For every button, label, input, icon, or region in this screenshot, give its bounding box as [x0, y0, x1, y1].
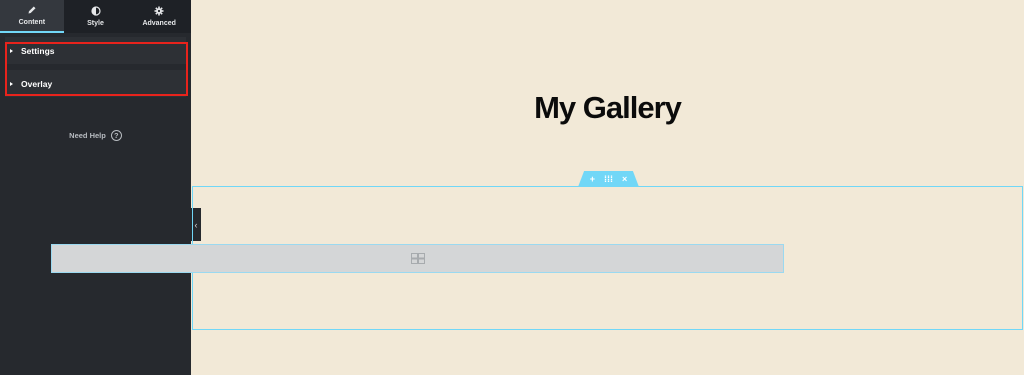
tab-content[interactable]: Content [0, 0, 64, 33]
close-icon[interactable]: × [622, 174, 627, 184]
section-label: Overlay [21, 78, 53, 89]
question-icon: ? [110, 130, 122, 141]
gallery-icon [410, 253, 425, 264]
plus-icon[interactable]: + [590, 174, 595, 184]
editor-sidebar: Content Style Advanced Settings Overlay … [0, 0, 191, 375]
tab-style[interactable]: Style [64, 0, 128, 33]
caret-right-icon [10, 81, 13, 86]
section-handle: + ⁞⁞⁞ × [578, 171, 639, 187]
gallery-widget-placeholder[interactable] [51, 244, 784, 273]
tab-label: Content [18, 19, 46, 26]
half-circle-icon [90, 6, 101, 16]
page-title[interactable]: My Gallery [191, 90, 1024, 126]
tab-label: Advanced [142, 20, 176, 27]
tab-advanced[interactable]: Advanced [127, 0, 191, 33]
caret-right-icon [10, 48, 13, 53]
tab-label: Style [87, 20, 104, 27]
panel-tabs: Content Style Advanced [0, 0, 191, 33]
section-label: Settings [21, 45, 55, 56]
gear-icon [154, 6, 164, 16]
page-canvas: My Gallery + ⁞⁞⁞ × [191, 0, 1024, 375]
need-help-label: Need Help [69, 131, 106, 140]
drag-handle-icon[interactable]: ⁞⁞⁞ [604, 174, 613, 184]
overlay-section-toggle[interactable]: Overlay [5, 70, 186, 97]
settings-section-toggle[interactable]: Settings [5, 37, 186, 64]
pencil-icon [28, 6, 36, 14]
need-help-link[interactable]: Need Help ? [0, 130, 191, 141]
